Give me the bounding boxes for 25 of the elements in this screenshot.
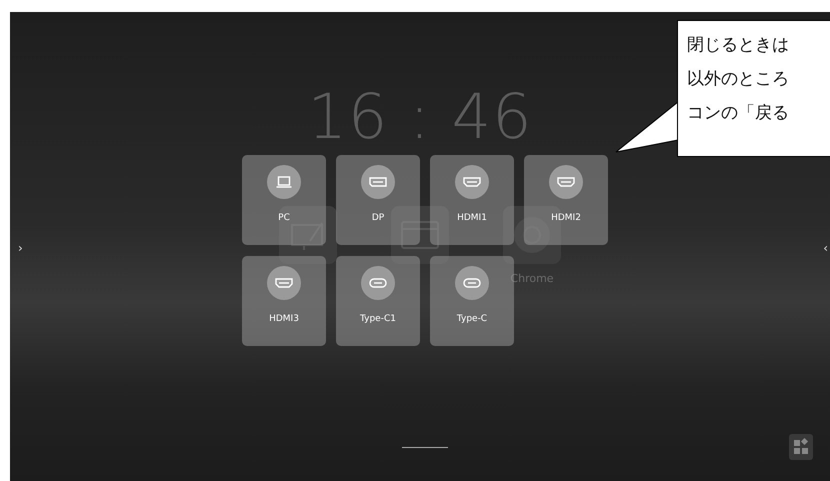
callout-text: 以外のところ	[687, 68, 790, 91]
side-panel-toggle[interactable]: ›	[18, 241, 23, 255]
browser-icon	[512, 215, 552, 255]
port-icon	[369, 177, 387, 187]
input-source-button[interactable]: HDMI2	[524, 155, 608, 245]
callout-text: コンの「戻る	[687, 102, 790, 125]
input-source-button[interactable]: HDMI1	[430, 155, 514, 245]
hdmi-port-icon	[557, 177, 575, 187]
input-source-button[interactable]: Type-C1	[336, 256, 420, 346]
callout-text: 閉じるときは	[687, 34, 790, 57]
app-tile[interactable]	[391, 206, 449, 264]
side-panel-toggle[interactable]: ‹	[823, 241, 828, 255]
input-source-button[interactable]: DP	[336, 155, 420, 245]
usb-c-port-icon	[463, 278, 481, 288]
usb-c-port-icon	[369, 278, 387, 288]
input-source-button[interactable]: HDMI3	[242, 256, 326, 346]
folder-icon	[400, 220, 440, 250]
hdmi-port-icon	[463, 177, 481, 187]
hdmi-port-icon	[275, 278, 293, 288]
input-source-button[interactable]: PC	[242, 155, 326, 245]
input-source-button[interactable]: Type-C	[430, 256, 514, 346]
widgets-icon[interactable]	[789, 434, 813, 460]
app-tile[interactable]	[279, 206, 337, 264]
clock-time: 16 : 46	[307, 86, 533, 148]
laptop-icon	[276, 176, 292, 188]
